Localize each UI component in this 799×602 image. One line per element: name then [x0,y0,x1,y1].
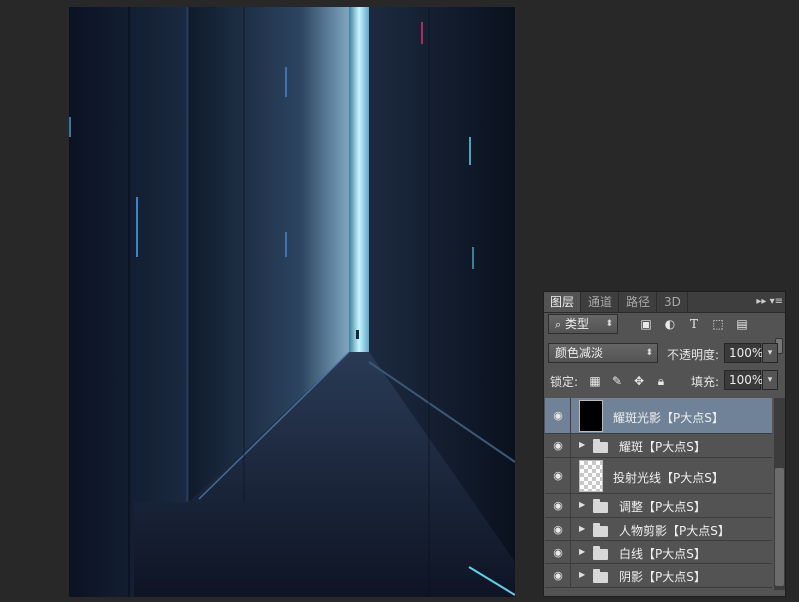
panel-menu-area: ▸▸ ▾≡ [753,295,783,309]
group-row[interactable]: ◉ ▶ 调整【P大点S】 [545,494,772,518]
layer-name: 白线【P大点S】 [619,547,706,561]
expand-arrow-icon[interactable]: ▶ [579,524,585,533]
folder-icon [593,523,608,537]
fill-input[interactable]: 100% [724,370,763,390]
group-row[interactable]: ◉ ▶ 阴影【P大点S】 [545,564,772,588]
column-divider [570,518,571,540]
opacity-dropdown-icon[interactable]: ▾ [762,343,778,363]
folder-icon [593,569,608,583]
column-divider [570,398,571,433]
column-divider [570,458,571,493]
layer-thumbnail [579,400,603,432]
opacity-label: 不透明度: [667,348,720,362]
column-divider [570,434,571,457]
expand-arrow-icon[interactable]: ▶ [579,500,585,509]
eye-icon[interactable]: ◉ [551,524,565,535]
fill-label: 填充: [691,375,720,389]
blend-mode-select[interactable]: 颜色减淡 ⬍ [548,343,658,363]
lock-label: 锁定: [550,375,579,389]
eye-icon[interactable]: ◉ [551,410,565,421]
column-divider [570,564,571,587]
layer-name: 耀斑光影【P大点S】 [613,411,724,425]
filter-kind-label: 类型 [565,317,590,331]
lock-transparent-icon[interactable]: ▦ [588,374,602,388]
document-canvas[interactable] [69,7,515,597]
eye-icon[interactable]: ◉ [551,440,565,451]
group-row[interactable]: ◉ ▶ 白线【P大点S】 [545,541,772,564]
panel-tab-bar: 图层 通道 路径 3D ▸▸ ▾≡ [544,292,785,313]
layer-row[interactable]: ◉ 耀斑光影【P大点S】 [545,398,772,434]
lock-pixels-icon[interactable]: ✎ [610,374,624,388]
eye-icon[interactable]: ◉ [551,547,565,558]
group-row[interactable]: ◉ ▶ 耀斑【P大点S】 [545,434,772,458]
layers-list: ◉ 耀斑光影【P大点S】 ◉ ▶ 耀斑【P大点S】 ◉ 投射光线【P大点S】 ◉… [545,398,772,590]
text-filter-icon[interactable]: T [686,316,702,332]
blend-mode-label: 颜色减淡 [555,346,604,360]
search-icon: ⌕ [555,318,562,331]
blend-row: 颜色减淡 ⬍ 不透明度: 100% ▾ [544,342,785,366]
fill-dropdown-icon[interactable]: ▾ [762,370,778,390]
column-divider [570,494,571,517]
tab-channels[interactable]: 通道 [582,292,620,312]
folder-icon [593,499,608,513]
chevron-updown-icon: ⬍ [605,319,613,329]
column-divider [570,541,571,563]
lock-row: 锁定: ▦ ✎ ✥ 🔒︎ 填充: 100% ▾ [544,369,785,393]
filter-row: ⌕ 类型 ⬍ ▣ ◐ T ⬚ ▤ [544,313,785,354]
tab-layers[interactable]: 图层 [544,292,582,312]
smart-object-filter-icon[interactable]: ▤ [734,316,750,332]
adjustment-filter-icon[interactable]: ◐ [662,316,678,332]
chevron-updown-icon: ⬍ [645,348,653,358]
corridor-artwork [69,7,515,597]
expand-arrow-icon[interactable]: ▶ [579,570,585,579]
tab-paths[interactable]: 路径 [620,292,658,312]
eye-icon[interactable]: ◉ [551,500,565,511]
folder-icon [593,546,608,560]
layer-name: 耀斑【P大点S】 [619,440,706,454]
layer-name: 人物剪影【P大点S】 [619,524,730,538]
scrollbar-thumb[interactable] [775,468,784,586]
expand-arrow-icon[interactable]: ▶ [579,547,585,556]
eye-icon[interactable]: ◉ [551,570,565,581]
layer-thumbnail [579,460,603,492]
layer-name: 阴影【P大点S】 [619,570,706,584]
layers-panel: 图层 通道 路径 3D ▸▸ ▾≡ ⌕ 类型 ⬍ ▣ ◐ T ⬚ ▤ 颜色减淡 … [543,291,786,597]
panel-menu-icon[interactable]: ▾≡ [770,296,783,307]
tab-3d[interactable]: 3D [658,292,688,312]
group-row[interactable]: ◉ ▶ 人物剪影【P大点S】 [545,518,772,541]
lock-position-icon[interactable]: ✥ [632,374,646,388]
layers-scrollbar[interactable] [774,398,785,590]
layer-name: 投射光线【P大点S】 [613,471,724,485]
opacity-input[interactable]: 100% [724,343,763,363]
layer-name: 调整【P大点S】 [619,500,706,514]
folder-icon [593,439,608,453]
filter-kind-select[interactable]: ⌕ 类型 ⬍ [548,314,618,334]
eye-icon[interactable]: ◉ [551,470,565,481]
layer-row[interactable]: ◉ 投射光线【P大点S】 [545,458,772,494]
shape-filter-icon[interactable]: ⬚ [710,316,726,332]
expand-icon[interactable]: ▸▸ [756,296,766,307]
image-filter-icon[interactable]: ▣ [638,316,654,332]
expand-arrow-icon[interactable]: ▶ [579,440,585,449]
lock-all-icon[interactable]: 🔒︎ [654,374,668,388]
